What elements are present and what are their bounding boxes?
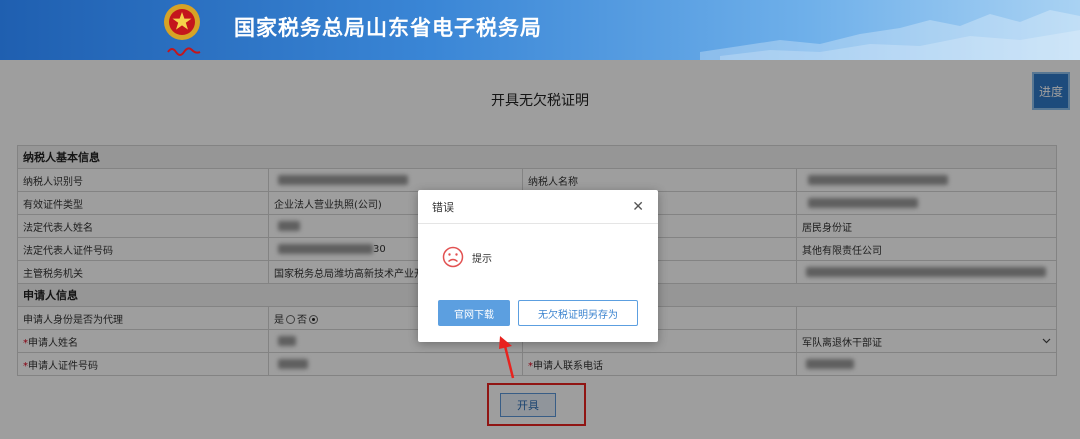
dialog-body: 提示 [442,246,492,268]
tax-emblem-icon [164,4,200,40]
close-icon[interactable]: ✕ [632,200,644,214]
site-title: 国家税务总局山东省电子税务局 [234,16,542,40]
official-download-button[interactable]: 官网下载 [438,300,510,326]
site-banner: 国家税务总局山东省电子税务局 [0,0,1080,60]
great-wall-graphic [700,10,1080,60]
sad-face-icon [442,246,464,268]
dialog-message: 提示 [472,253,492,265]
dialog-title: 错误 [432,200,454,214]
save-certificate-button[interactable]: 无欠税证明另存为 [518,300,638,326]
error-dialog: 错误 ✕ 提示 官网下载 无欠税证明另存为 [418,190,658,342]
dialog-header: 错误 ✕ [418,190,658,224]
tax-script-logo [167,47,201,56]
